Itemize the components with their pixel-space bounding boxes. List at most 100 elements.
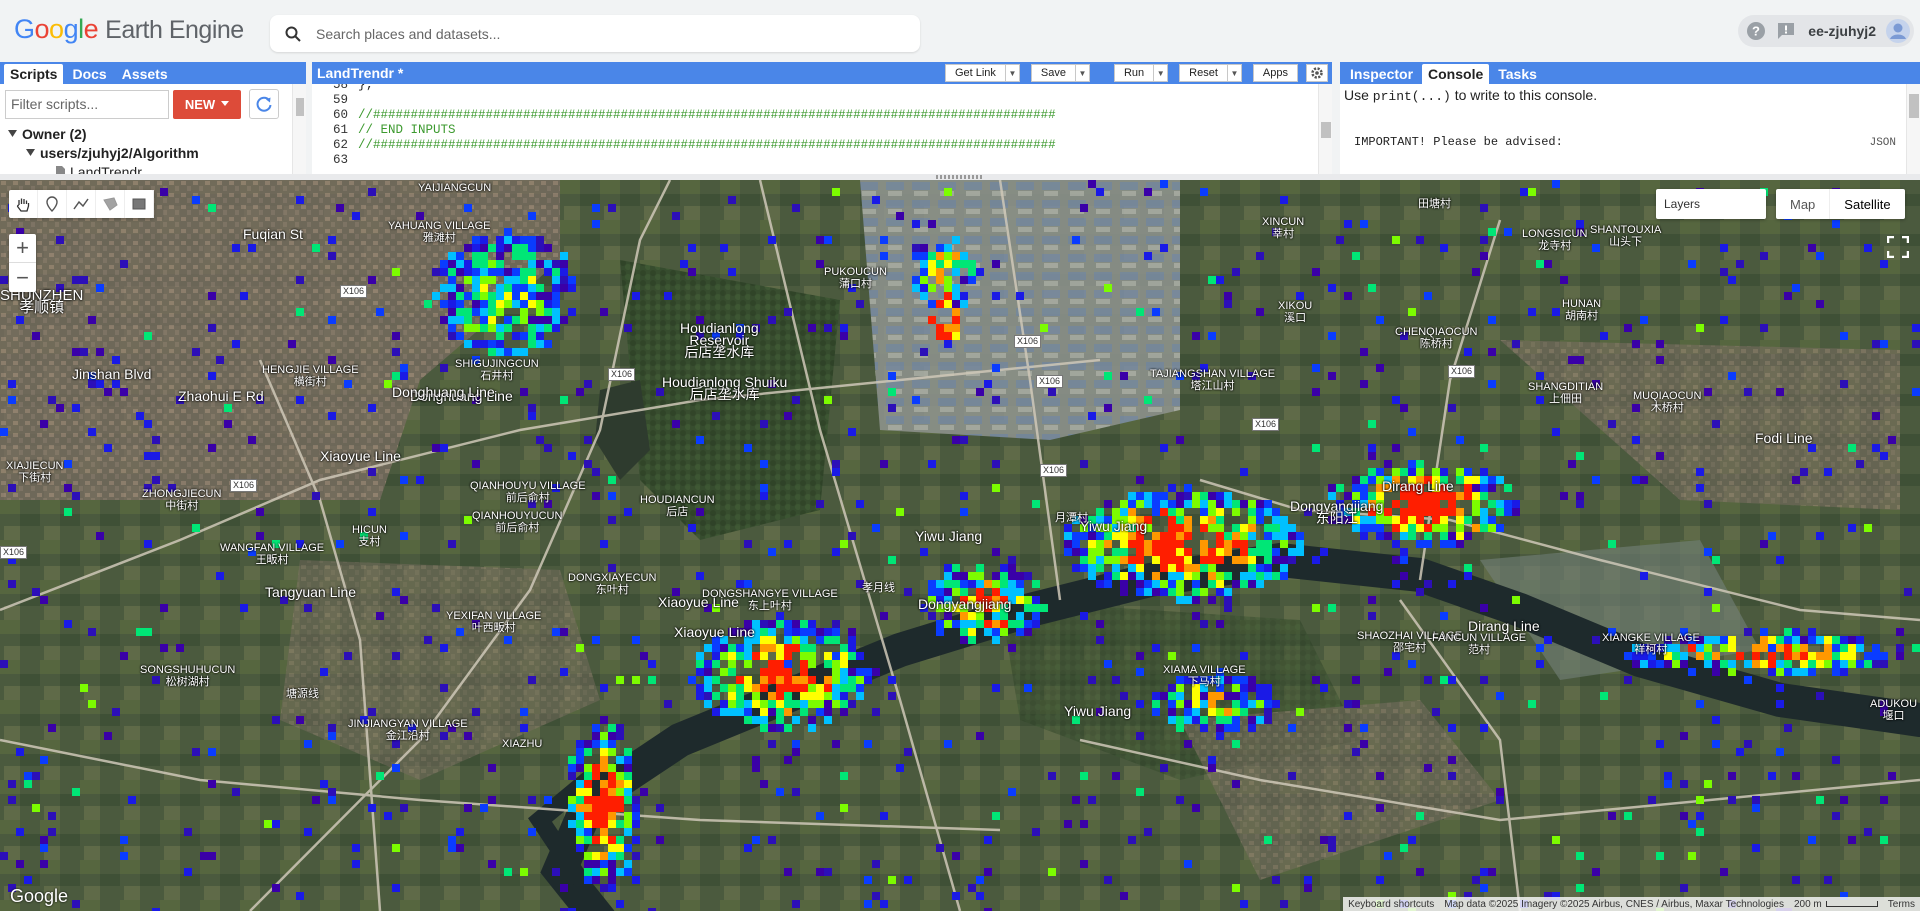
- change-pixel: [312, 492, 320, 500]
- zoom-out-button[interactable]: −: [9, 263, 36, 292]
- pan-hand-icon[interactable]: [9, 190, 38, 218]
- save-button[interactable]: Save: [1030, 64, 1076, 82]
- change-pixel: [1392, 468, 1400, 476]
- change-pixel: [576, 820, 584, 828]
- run-button[interactable]: Run: [1113, 64, 1155, 82]
- get-link-button[interactable]: Get Link: [944, 64, 1006, 82]
- change-pixel: [1832, 756, 1840, 764]
- change-pixel: [640, 788, 648, 796]
- editor-scrollbar[interactable]: [1318, 84, 1332, 174]
- change-pixel: [1544, 260, 1552, 268]
- change-pixel: [1152, 548, 1160, 556]
- code-line[interactable]: 60//####################################…: [312, 108, 1318, 123]
- change-pixel: [1096, 620, 1104, 628]
- rectangle-draw-icon[interactable]: [125, 190, 154, 218]
- map-view[interactable]: YAIJIANGCUN YAHUANG VILLAGE 雅滩村 Fuqian St SH…: [0, 180, 1920, 911]
- change-pixel: [592, 860, 600, 868]
- change-pixel: [848, 700, 856, 708]
- change-pixel: [1776, 636, 1784, 644]
- change-pixel: [1232, 884, 1240, 892]
- tab-tasks[interactable]: Tasks: [1492, 64, 1543, 84]
- change-pixel: [632, 292, 640, 300]
- terms-link[interactable]: Terms: [1883, 899, 1920, 910]
- code-line[interactable]: 59: [312, 93, 1318, 108]
- tab-assets[interactable]: Assets: [116, 64, 174, 84]
- map-type-map-button[interactable]: Map: [1776, 189, 1829, 219]
- reset-button[interactable]: Reset: [1179, 64, 1228, 82]
- new-button[interactable]: NEW: [173, 89, 241, 119]
- change-pixel: [472, 340, 480, 348]
- earth-engine-logo[interactable]: Google Earth Engine: [14, 14, 244, 48]
- change-pixel: [568, 804, 576, 812]
- change-pixel: [1168, 524, 1176, 532]
- polygon-draw-icon[interactable]: [96, 190, 125, 218]
- code-line[interactable]: 62//####################################…: [312, 138, 1318, 153]
- change-pixel: [1872, 644, 1880, 652]
- refresh-button[interactable]: [249, 89, 279, 119]
- map-type-satellite-button[interactable]: Satellite: [1829, 189, 1904, 219]
- save-dropdown[interactable]: ▼: [1075, 64, 1090, 82]
- change-pixel: [1184, 524, 1192, 532]
- get-link-dropdown[interactable]: ▼: [1005, 64, 1020, 82]
- scrollbar-thumb[interactable]: [1321, 122, 1331, 138]
- change-pixel: [1384, 532, 1392, 540]
- console-scrollbar[interactable]: [1906, 84, 1920, 174]
- tree-repo-row[interactable]: users/zjuhyj2/Algorithm: [8, 143, 199, 162]
- feedback-icon[interactable]: [1774, 19, 1798, 43]
- avatar-icon[interactable]: [1886, 19, 1910, 43]
- change-pixel: [968, 572, 976, 580]
- change-pixel: [536, 260, 544, 268]
- code-area[interactable]: 58}; 59 60//##############################…: [312, 84, 1318, 174]
- change-pixel: [472, 260, 480, 268]
- change-pixel: [368, 404, 376, 412]
- change-pixel: [1200, 548, 1208, 556]
- zoom-in-button[interactable]: +: [9, 234, 36, 263]
- username-label[interactable]: ee-zjuhyj2: [1804, 23, 1880, 39]
- search-input[interactable]: [316, 25, 896, 42]
- change-pixel: [1096, 548, 1104, 556]
- settings-gear-icon[interactable]: [1306, 64, 1328, 82]
- change-pixel: [328, 796, 336, 804]
- change-pixel: [560, 396, 568, 404]
- change-pixel: [376, 308, 384, 316]
- change-pixel: [1216, 692, 1224, 700]
- change-pixel: [512, 268, 520, 276]
- filter-scripts-input[interactable]: [5, 89, 169, 119]
- change-pixel: [896, 212, 904, 220]
- search-bar[interactable]: [270, 15, 920, 52]
- change-pixel: [600, 788, 608, 796]
- json-toggle[interactable]: JSON: [1870, 137, 1896, 149]
- marker-icon[interactable]: [38, 190, 67, 218]
- keyboard-shortcuts-link[interactable]: Keyboard shortcuts: [1343, 899, 1439, 910]
- fullscreen-icon[interactable]: [1883, 232, 1913, 262]
- code-line[interactable]: 63: [312, 153, 1318, 168]
- scripts-scrollbar[interactable]: [292, 84, 306, 174]
- scrollbar-thumb[interactable]: [1909, 94, 1919, 118]
- change-pixel: [1208, 548, 1216, 556]
- change-pixel: [1800, 644, 1808, 652]
- layers-dropdown[interactable]: Layers: [1656, 189, 1766, 219]
- change-pixel: [856, 684, 864, 692]
- tab-docs[interactable]: Docs: [66, 64, 112, 84]
- tab-console[interactable]: Console: [1422, 64, 1490, 84]
- scrollbar-thumb[interactable]: [296, 98, 304, 116]
- line-draw-icon[interactable]: [67, 190, 96, 218]
- tab-inspector[interactable]: Inspector: [1344, 64, 1419, 84]
- code-line[interactable]: 61// END INPUTS: [312, 123, 1318, 138]
- tab-scripts[interactable]: Scripts: [4, 64, 64, 84]
- help-icon[interactable]: ?: [1744, 19, 1768, 43]
- change-pixel: [480, 316, 488, 324]
- run-dropdown[interactable]: ▼: [1154, 64, 1169, 82]
- change-pixel: [800, 652, 808, 660]
- apps-button[interactable]: Apps: [1252, 64, 1298, 82]
- tree-owner-row[interactable]: Owner (2): [8, 124, 199, 143]
- change-pixel: [600, 820, 608, 828]
- change-pixel: [1328, 332, 1336, 340]
- console-message[interactable]: IMPORTANT! Please be advised:: [1354, 135, 1563, 149]
- code-line[interactable]: 58};: [312, 84, 1318, 93]
- reset-dropdown[interactable]: ▼: [1227, 64, 1242, 82]
- change-pixel: [928, 460, 936, 468]
- change-pixel: [1008, 788, 1016, 796]
- change-pixel: [600, 716, 608, 724]
- change-pixel: [616, 796, 624, 804]
